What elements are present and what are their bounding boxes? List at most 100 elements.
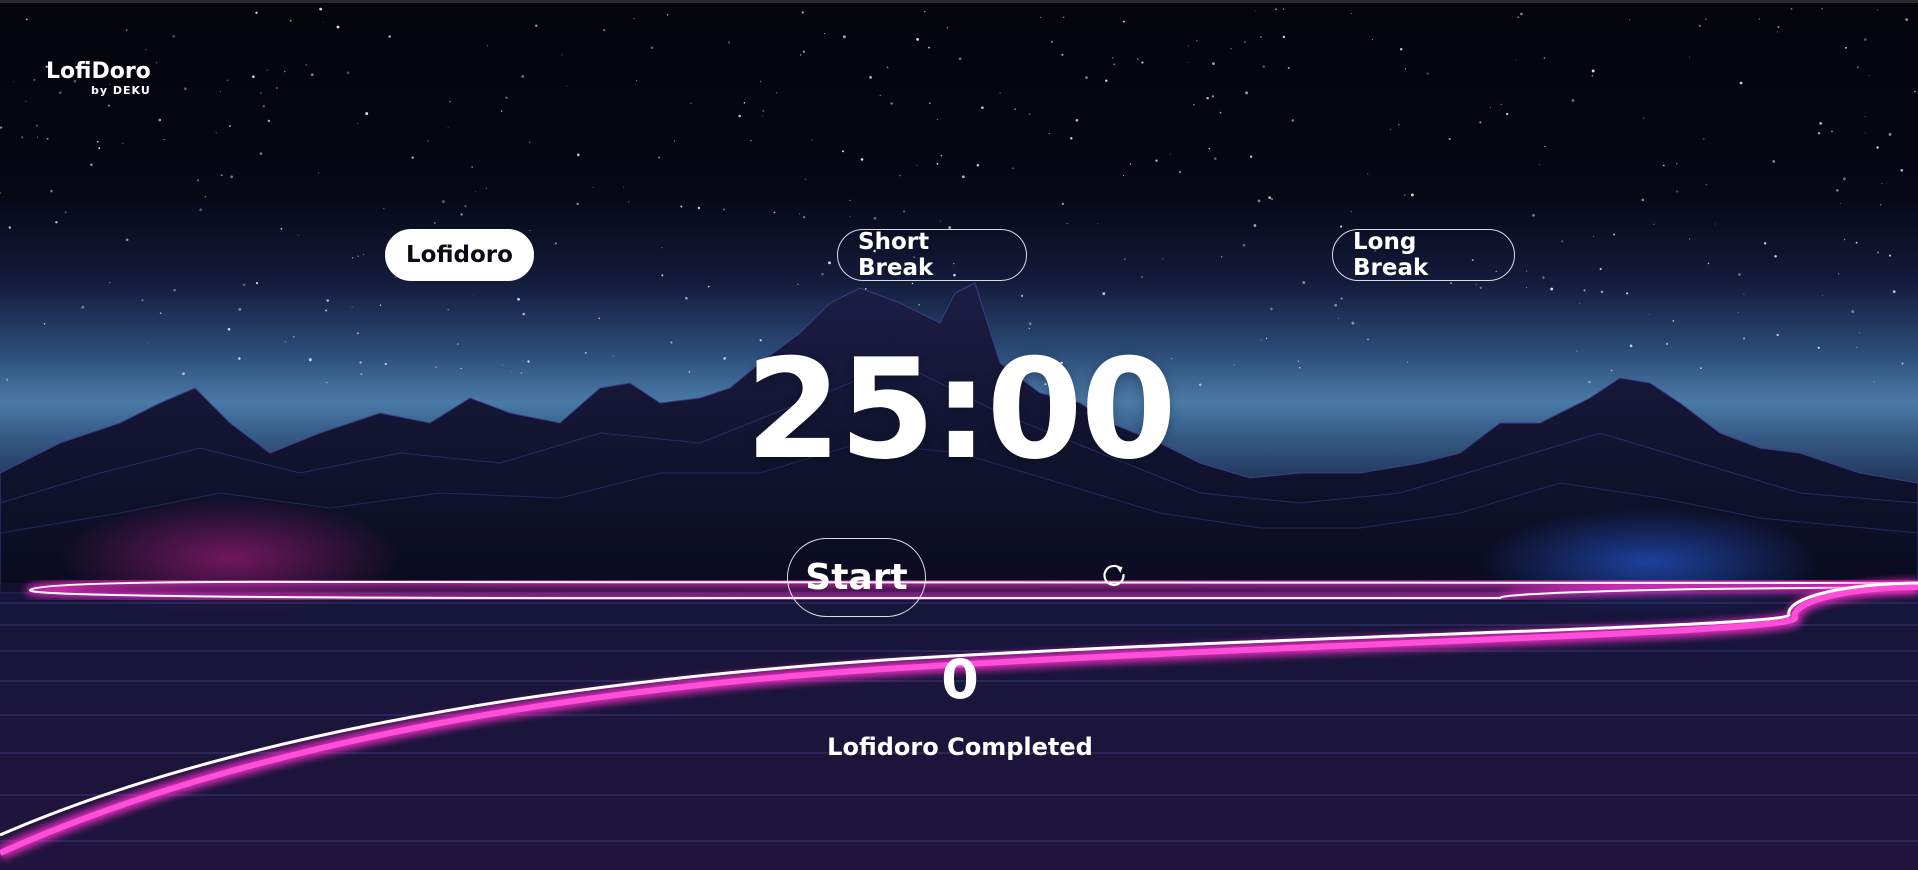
star [804,178,807,181]
star [163,139,165,141]
star [25,18,28,21]
mode-tab-long-break[interactable]: Long Break [1332,229,1515,281]
star [1287,66,1290,70]
star [658,156,661,159]
star [976,163,980,167]
star [1583,289,1586,292]
star [1648,314,1650,315]
star [1526,270,1528,272]
star [1070,137,1073,140]
star [1571,99,1575,102]
star [902,210,906,213]
star [1129,163,1132,165]
star [1254,10,1256,12]
star [1102,292,1106,296]
star [1233,364,1235,366]
start-button[interactable]: Start [787,538,926,617]
star [1676,190,1679,193]
star [1838,273,1840,275]
star [196,179,200,182]
star [204,195,207,198]
star [1242,243,1246,247]
star [1270,307,1273,311]
star [633,18,635,19]
star [1643,117,1645,119]
star [1676,163,1678,165]
star [1260,339,1262,341]
star [259,152,263,155]
star [1061,53,1064,56]
star [723,208,726,211]
star [394,276,396,278]
star [159,312,162,314]
star [1243,41,1246,44]
star [1195,39,1198,42]
star [292,336,295,338]
star [411,156,414,159]
star [384,363,387,366]
star [1599,267,1602,271]
star [46,137,49,140]
star [1879,204,1882,206]
star [1179,171,1181,173]
star [1698,24,1701,28]
star [564,387,566,388]
star [603,28,606,32]
reset-button[interactable] [1097,558,1131,592]
star [821,273,824,276]
star [661,274,664,277]
star [486,45,488,47]
star [25,100,27,102]
star [860,158,864,161]
star [1137,58,1139,60]
star [961,175,965,179]
star [928,46,930,49]
star [1192,103,1195,106]
star [1075,119,1079,122]
star [1576,350,1578,352]
star [940,220,942,222]
star [762,115,763,117]
star [1520,12,1523,16]
star [1600,290,1604,294]
star [1340,225,1343,228]
star [158,118,162,122]
star [447,309,449,311]
star [1061,202,1065,206]
star [1371,39,1373,41]
star [811,139,813,141]
star [517,297,520,301]
star [1448,137,1451,141]
star [122,142,124,144]
star [1211,95,1215,98]
star [475,191,477,192]
completed-count: 0 [941,648,979,711]
star [336,25,340,29]
star [1876,251,1879,254]
star [1221,256,1223,258]
star [172,34,176,38]
star [775,91,778,94]
star [1888,132,1892,136]
star [1219,111,1222,114]
star [37,136,39,138]
mode-tab-short-break[interactable]: Short Break [837,229,1027,281]
star [319,7,322,11]
star [1542,276,1545,279]
star [1842,177,1846,181]
star [801,11,804,14]
star [379,304,382,306]
mode-tab-lofidoro[interactable]: Lofidoro [385,229,534,281]
star [1367,173,1369,175]
star [360,373,362,375]
star [1298,366,1301,369]
star [592,186,594,189]
star [1772,160,1776,163]
star [1613,233,1616,236]
star [1851,310,1855,313]
star [1738,273,1741,276]
star [561,54,563,56]
star [147,342,149,344]
star [1856,346,1858,349]
star [798,213,801,215]
